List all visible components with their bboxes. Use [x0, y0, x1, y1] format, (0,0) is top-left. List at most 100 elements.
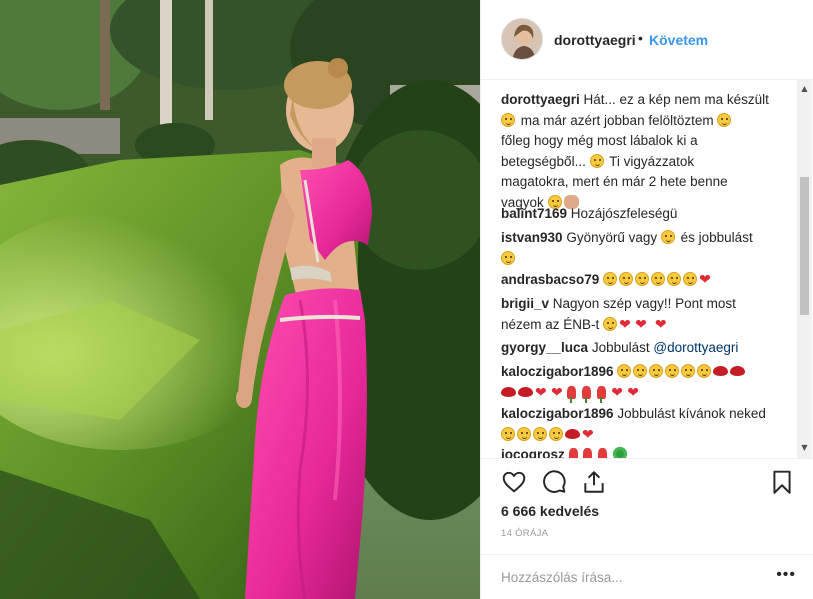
- rose-emoji-icon: [568, 448, 578, 458]
- heart-eyes-emoji-icon: [517, 426, 531, 441]
- heart-emoji-icon: [635, 315, 649, 336]
- comments-scrollbar[interactable]: ▲ ▼: [797, 80, 812, 458]
- lips-emoji-icon: [565, 428, 580, 439]
- comment-text: Jobbulást: [591, 340, 650, 355]
- post-photo[interactable]: [0, 0, 480, 599]
- astonished-emoji-icon: [651, 272, 666, 286]
- kiss-emoji-icon: [501, 426, 515, 441]
- comment-text: Nagyon szép vagy!! Pont most: [552, 296, 736, 311]
- comment: jocogrosz: [501, 445, 791, 458]
- avatar-image: [502, 19, 542, 59]
- heart-eyes-emoji-icon: [665, 364, 680, 378]
- lips-emoji-icon: [730, 366, 746, 376]
- follow-button[interactable]: Követem: [649, 32, 708, 48]
- caption-text-6: magatokra, mert én már 2 hete benne: [501, 174, 728, 189]
- action-bar: [481, 458, 813, 496]
- comment-username[interactable]: gyorgy__luca: [501, 340, 588, 355]
- heart-emoji-icon: [535, 383, 549, 404]
- heart-emoji-icon: [582, 425, 596, 446]
- post-sidebar: dorottyaegri • Követem dorottyaegri Hát.…: [480, 0, 813, 599]
- comment-username[interactable]: balint7169: [501, 206, 567, 221]
- heart-emoji-icon: [611, 383, 625, 404]
- astonished-emoji-icon: [603, 272, 618, 286]
- astonished-emoji-icon: [635, 272, 650, 286]
- lips-emoji-icon: [713, 366, 729, 376]
- comment-text: Hozájószfeleségü: [570, 206, 678, 221]
- caption-username[interactable]: dorottyaegri: [501, 92, 580, 107]
- heart-eyes-emoji-icon: [697, 364, 712, 378]
- scroll-down-icon[interactable]: ▼: [800, 443, 809, 452]
- heart-eyes-emoji-icon: [549, 426, 563, 441]
- share-icon[interactable]: [581, 469, 607, 495]
- comment-username[interactable]: kaloczigabor1896: [501, 364, 614, 379]
- add-comment-input[interactable]: Hozzászólás írása...: [501, 570, 623, 585]
- instagram-post: dorottyaegri • Követem dorottyaegri Hát.…: [0, 0, 813, 599]
- kiss-emoji-icon: [633, 364, 648, 378]
- kiss-emoji-icon: [501, 250, 515, 265]
- scroll-up-icon[interactable]: ▲: [800, 84, 809, 93]
- rose-emoji-icon: [567, 385, 576, 403]
- caption-text-4: betegségből...: [501, 153, 586, 169]
- comment: gyorgy__luca Jobbulást @dorottyaegri: [501, 338, 791, 359]
- rose-emoji-icon: [583, 448, 593, 458]
- astonished-emoji-icon: [667, 272, 682, 286]
- comment-username[interactable]: istvan930: [501, 230, 563, 245]
- comment-text: Gyönyörű vagy: [566, 230, 658, 245]
- comment-username[interactable]: andrasbacso79: [501, 272, 599, 287]
- rose-emoji-icon: [598, 448, 608, 458]
- comment-icon[interactable]: [541, 469, 567, 495]
- heart-emoji-icon: [619, 315, 633, 336]
- comment: balint7169 Hozájószfeleségü: [501, 204, 791, 225]
- tired-face-emoji-icon: [717, 112, 732, 127]
- comment-username[interactable]: jocogrosz: [501, 447, 565, 458]
- caption-text-2: ma már azért jobban felöltöztem: [520, 112, 714, 128]
- astonished-emoji-icon: [683, 272, 698, 286]
- scrollbar-thumb[interactable]: [800, 177, 809, 315]
- heart-eyes-emoji-icon: [681, 364, 696, 378]
- kiss-emoji-icon: [617, 364, 632, 378]
- caption: dorottyaegri Hát... ez a kép nem ma kész…: [501, 90, 791, 213]
- caption-text-3: főleg hogy még most lábalok ki a: [501, 133, 698, 148]
- lips-emoji-icon: [501, 386, 516, 397]
- comment-username[interactable]: brigii_v: [501, 296, 549, 311]
- comment: istvan930 Gyönyörű vagy és jobbulást: [501, 228, 791, 269]
- comment: andrasbacso79: [501, 270, 791, 291]
- avatar[interactable]: [501, 18, 543, 60]
- comment-text-2: és jobbulást: [680, 230, 753, 245]
- astonished-emoji-icon: [619, 272, 634, 286]
- heart-icon[interactable]: [501, 469, 527, 495]
- comment-username[interactable]: kaloczigabor1896: [501, 406, 614, 421]
- post-header: dorottyaegri • Követem: [481, 0, 813, 80]
- comment-mention[interactable]: @dorottyaegri: [653, 340, 738, 355]
- likes-count[interactable]: 6 666 kedvelés: [501, 503, 599, 519]
- comment: kaloczigabor1896: [501, 362, 791, 403]
- heart-eyes-emoji-icon: [603, 316, 618, 331]
- rose-emoji-icon: [596, 385, 606, 403]
- bookmark-icon[interactable]: [769, 469, 795, 495]
- heart-emoji-icon: [627, 383, 641, 404]
- header-username[interactable]: dorottyaegri: [554, 32, 636, 48]
- more-options-icon[interactable]: •••: [776, 567, 796, 583]
- caption-text-1: Hát... ez a kép nem ma készült: [583, 92, 769, 107]
- kiss-emoji-icon: [533, 426, 547, 441]
- header-separator: •: [638, 30, 643, 46]
- post-timestamp[interactable]: 14 ÓRÁJA: [501, 528, 548, 539]
- caption-text-5: Ti vigyázzatok: [609, 153, 695, 169]
- comment-text-2: nézem az ÉNB-t: [501, 316, 600, 332]
- persevering-emoji-icon: [589, 153, 604, 168]
- comment: brigii_v Nagyon szép vagy!! Pont most né…: [501, 294, 791, 335]
- post-image: [0, 0, 480, 599]
- lips-emoji-icon: [518, 386, 533, 397]
- rose-emoji-icon: [581, 385, 591, 403]
- kiss-emoji-icon: [649, 364, 664, 378]
- heart-emoji-icon: [699, 270, 713, 291]
- comments-list[interactable]: dorottyaegri Hát... ez a kép nem ma kész…: [481, 80, 813, 458]
- grin-emoji-icon: [501, 112, 515, 127]
- heart-emoji-icon: [551, 383, 565, 404]
- heart-emoji-icon: [655, 315, 669, 336]
- comment-text: Jobbulást kívánok neked: [617, 406, 766, 421]
- heart-eyes-emoji-icon: [660, 230, 675, 244]
- four-leaf-clover-emoji-icon: [612, 447, 627, 458]
- comment: kaloczigabor1896 Jobbulást kívánok neked: [501, 404, 791, 445]
- add-comment-bar: Hozzászólás írása... •••: [481, 554, 813, 599]
